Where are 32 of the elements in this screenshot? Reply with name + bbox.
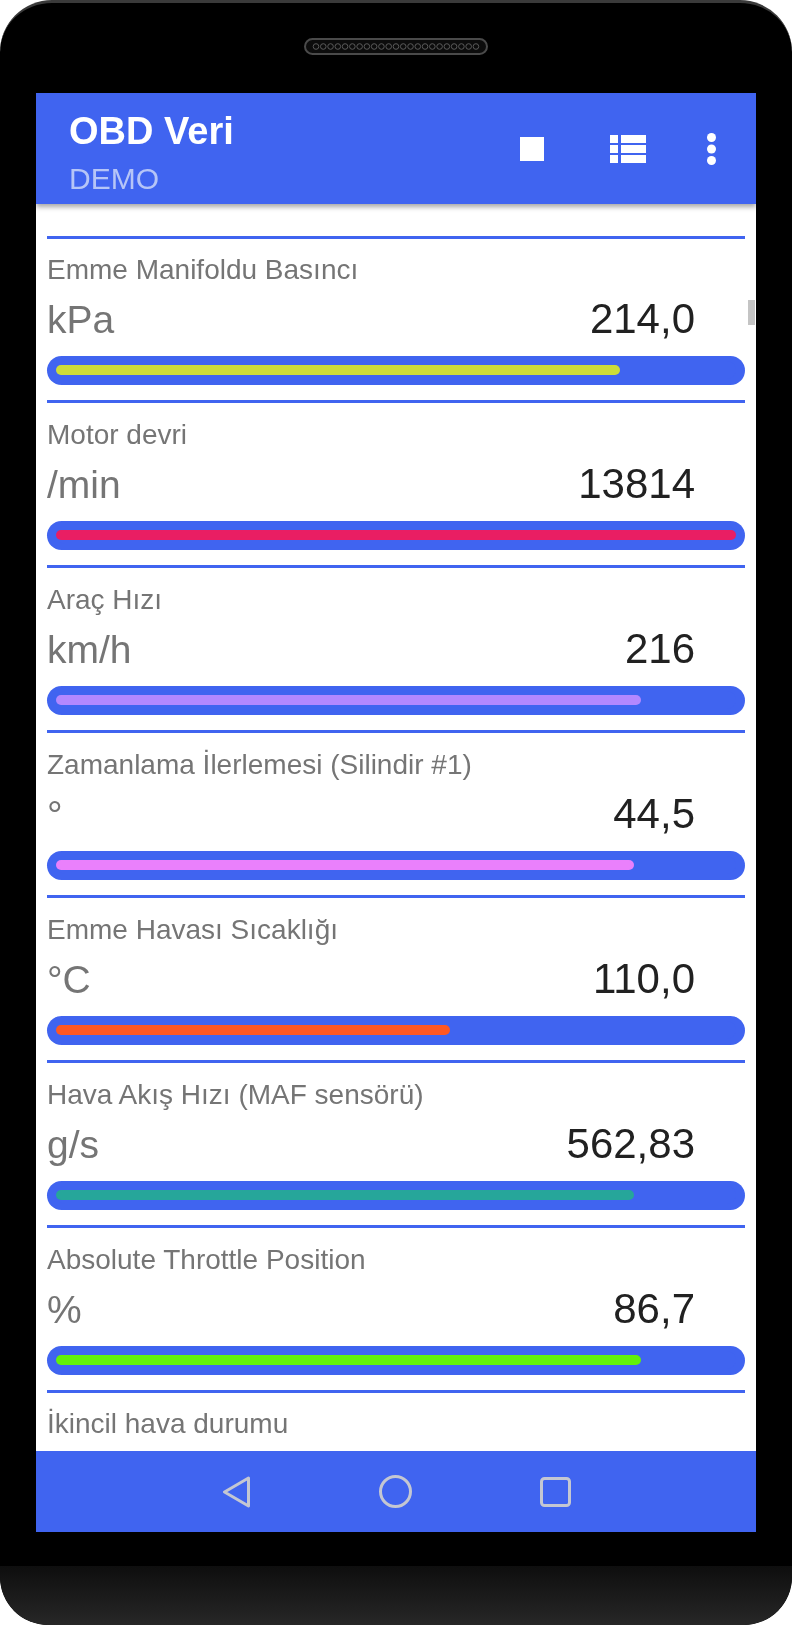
reading-name: Emme Havası Sıcaklığı <box>47 913 339 946</box>
reading-name: Absolute Throttle Position <box>47 1243 367 1276</box>
reading-value: 216 <box>624 625 695 674</box>
reading-value: 214,0 <box>589 295 695 344</box>
reading-name: Emme Manifoldu Basıncı <box>47 253 360 286</box>
reading-value: 86,7 <box>613 1285 695 1334</box>
unit-label: g/s <box>47 1122 100 1169</box>
reading-value: 13814 <box>578 460 695 509</box>
scroll-indicator <box>748 300 755 325</box>
reading-name: Zamanlama İlerlemesi (Silindir #1) <box>47 748 473 781</box>
back-icon[interactable] <box>221 1475 251 1508</box>
unit-label: ° <box>47 792 63 839</box>
app-subtitle: DEMO <box>69 160 160 197</box>
unit-label: °C <box>47 957 91 1004</box>
reading-name: Hava Akış Hızı (MAF sensörü) <box>47 1078 425 1111</box>
reading-name: Araç Hızı <box>47 583 164 616</box>
unit-label: km/h <box>47 627 132 674</box>
reading-name: İkincil hava durumu <box>47 1408 290 1441</box>
list-icon[interactable] <box>610 134 646 163</box>
speaker-grille-icon <box>304 38 488 55</box>
recents-icon[interactable] <box>539 1476 571 1507</box>
reading-name: Motor devri <box>47 418 189 451</box>
reading-value: 44,5 <box>613 790 695 839</box>
unit-label: kPa <box>47 297 115 344</box>
app-title: OBD Veri <box>69 108 235 153</box>
unit-label: % <box>47 1287 82 1334</box>
reading-value: 562,83 <box>566 1120 695 1169</box>
home-icon[interactable] <box>378 1475 412 1508</box>
reading-value: 110,0 <box>593 955 695 1004</box>
unit-label: /min <box>47 462 121 509</box>
more-options-icon[interactable] <box>707 132 716 165</box>
stop-icon[interactable] <box>520 136 544 161</box>
